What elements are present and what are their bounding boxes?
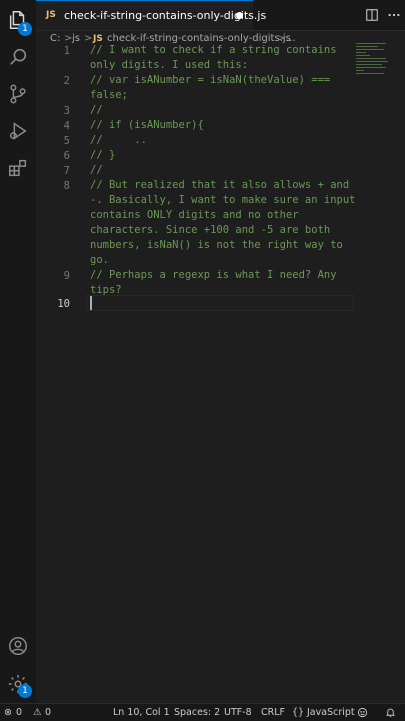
tab-bar: JS check-if-string-contains-only-digits.…	[36, 0, 405, 31]
split-editor-icon[interactable]	[365, 7, 379, 21]
js-file-icon: JS	[46, 10, 56, 20]
settings-badge: 1	[18, 684, 32, 698]
errors-count[interactable]: 0	[16, 707, 22, 718]
braces-icon: {}	[292, 707, 305, 718]
minimap[interactable]	[356, 43, 396, 83]
warnings-icon[interactable]: ⚠	[33, 707, 42, 718]
errors-icon[interactable]: ⊗	[4, 707, 12, 718]
code-line: false;	[90, 89, 128, 101]
explorer-badge: 1	[18, 22, 32, 36]
code-line: // ..	[90, 134, 147, 146]
line-number: 3	[63, 105, 70, 117]
accounts-icon[interactable]	[7, 635, 29, 657]
line-number: 4	[63, 120, 70, 132]
line-number: 2	[63, 75, 70, 87]
code-line: // var isANumber = isNaN(theValue) ===	[90, 74, 331, 86]
language-mode[interactable]: JavaScript	[307, 707, 355, 718]
extensions-icon[interactable]	[7, 157, 29, 179]
text-cursor	[90, 296, 92, 310]
cursor-position[interactable]: Ln 10, Col 1	[113, 707, 170, 718]
run-debug-icon[interactable]	[7, 120, 29, 142]
more-actions-icon[interactable]	[387, 7, 401, 21]
code-line: tips?	[90, 284, 122, 296]
code-line: -. Basically, I want to make sure an inp…	[90, 194, 356, 206]
line-endings[interactable]: CRLF	[261, 707, 285, 718]
code-line: // I want to check if a string contains	[90, 44, 337, 56]
line-number: 7	[63, 165, 70, 177]
notifications-bell-icon[interactable]	[385, 707, 396, 721]
code-line: // }	[90, 149, 116, 161]
unsaved-dot-icon[interactable]	[236, 12, 243, 19]
tab-active-file[interactable]: JS check-if-string-contains-only-digits.…	[36, 0, 266, 30]
code-line: contains ONLY digits and no other	[90, 209, 299, 221]
code-line: characters. Since +100 and -5 are both	[90, 224, 331, 236]
line-number: 9	[63, 270, 70, 282]
current-line-highlight	[86, 295, 354, 311]
line-number: 10	[57, 298, 70, 310]
code-line: go.	[90, 254, 109, 266]
code-editor[interactable]: 1 // I want to check if a string contain…	[36, 43, 405, 698]
line-number: 1	[63, 45, 70, 57]
source-control-icon[interactable]	[7, 83, 29, 105]
indentation[interactable]: Spaces: 2	[174, 707, 220, 718]
code-line: // But realized that it also allows + an…	[90, 179, 350, 191]
status-bar: ⊗ 0 ⚠ 0 Ln 10, Col 1 Spaces: 2 UTF-8 CRL…	[0, 703, 405, 721]
code-line: only digits. I used this:	[90, 59, 249, 71]
code-line: // Perhaps a regexp is what I need? Any	[90, 269, 337, 281]
code-line: //	[90, 164, 103, 176]
line-number: 8	[63, 180, 70, 192]
search-icon[interactable]	[7, 46, 29, 68]
warnings-count[interactable]: 0	[45, 707, 51, 718]
code-line: //	[90, 104, 103, 116]
line-number: 5	[63, 135, 70, 147]
code-line: // if (isANumber){	[90, 119, 204, 131]
activity-bar: 1 1	[0, 0, 36, 703]
line-number: 6	[63, 150, 70, 162]
code-line: numbers, isNaN() is not the right way to	[90, 239, 343, 251]
feedback-icon[interactable]	[357, 707, 368, 721]
encoding[interactable]: UTF-8	[224, 707, 252, 718]
